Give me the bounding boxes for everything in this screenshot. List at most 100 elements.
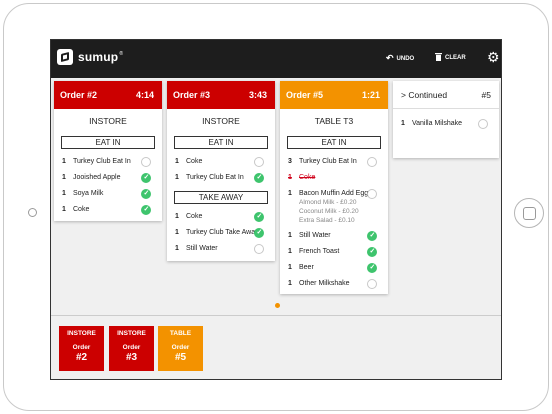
home-button[interactable]	[514, 198, 544, 228]
order-card-header: Order #5 1:21	[280, 81, 388, 109]
undo-icon: ↶	[386, 53, 394, 63]
item-name: Coke	[73, 206, 90, 213]
item-qty: 1	[288, 264, 292, 271]
item-checkbox[interactable]	[141, 157, 151, 167]
item-name: Turkey Club Take Away	[186, 229, 259, 236]
list-item[interactable]: 1 Other Milkshake	[280, 277, 388, 293]
order-tile-3[interactable]: INSTORE Order #3	[109, 326, 154, 371]
list-item[interactable]: 1 Coke	[167, 210, 275, 226]
check-icon[interactable]	[367, 231, 377, 241]
section-label: TAKE AWAY	[174, 191, 268, 204]
item-qty: 1	[62, 190, 66, 197]
item-name: Bacon Muffin Add Egg	[299, 190, 369, 197]
order-timer: 3:43	[248, 90, 267, 100]
continued-order: #5	[481, 89, 491, 100]
order-title: Order #2	[60, 90, 98, 100]
item-qty: 1	[288, 232, 292, 239]
undo-button[interactable]: ↶ UNDO	[386, 53, 414, 64]
item-qty: 1	[175, 245, 179, 252]
list-item[interactable]: 1 Still Water	[167, 242, 275, 258]
tile-number: #3	[125, 352, 138, 363]
list-item[interactable]: 1 Turkey Club Take Away	[167, 226, 275, 242]
item-checkbox[interactable]	[367, 157, 377, 167]
check-icon[interactable]	[367, 263, 377, 273]
item-qty: 1	[288, 174, 292, 181]
check-icon[interactable]	[141, 205, 151, 215]
trash-icon	[435, 53, 442, 63]
gear-icon[interactable]: ⚙	[487, 50, 500, 64]
order-timer: 4:14	[135, 90, 154, 100]
order-tiles-bar: INSTORE Order #2 INSTORE Order #3 TABLE …	[51, 315, 501, 379]
continued-card[interactable]: > Continued #5 1 Vanilla Milshake	[393, 81, 499, 158]
item-checkbox[interactable]	[254, 244, 264, 254]
order-timer: 1:21	[361, 90, 380, 100]
check-icon[interactable]	[367, 247, 377, 257]
undo-label: UNDO	[396, 55, 415, 62]
tile-number: #5	[174, 352, 187, 363]
list-item[interactable]: 1 Coke	[280, 171, 388, 187]
brand-name: sumup	[78, 50, 119, 64]
order-location: INSTORE	[202, 116, 240, 126]
list-item[interactable]: 1 Still Water	[280, 229, 388, 245]
tile-number: #2	[75, 352, 88, 363]
camera-icon	[28, 208, 37, 217]
continued-label: > Continued	[401, 89, 448, 100]
list-item[interactable]: 1 Coke	[54, 203, 162, 219]
item-checkbox[interactable]	[367, 189, 377, 199]
list-item[interactable]: 1 Turkey Club Eat In	[167, 171, 275, 187]
list-item[interactable]: 1 Jooished Apple	[54, 171, 162, 187]
continued-header: > Continued #5	[393, 81, 499, 109]
page-indicator-dot	[275, 303, 280, 308]
item-checkbox[interactable]	[254, 157, 264, 167]
item-qty: 1	[288, 190, 292, 197]
item-modifier: Coconut Milk - £0.20	[299, 208, 359, 215]
item-qty: 1	[175, 158, 179, 165]
list-item[interactable]: 1 Vanilla Milshake	[393, 117, 499, 133]
item-name: Still Water	[299, 232, 331, 239]
tile-label: Order	[122, 344, 141, 351]
item-qty: 1	[62, 174, 66, 181]
order-location: TABLE T3	[314, 116, 354, 126]
item-qty: 1	[175, 213, 179, 220]
list-item[interactable]: 1 Soya Milk	[54, 187, 162, 203]
order-tile-5[interactable]: TABLE Order #5	[158, 326, 203, 371]
item-qty: 1	[401, 120, 405, 127]
check-icon[interactable]	[254, 228, 264, 238]
check-icon[interactable]	[141, 189, 151, 199]
item-qty: 1	[62, 206, 66, 213]
sumup-logo-icon	[57, 49, 73, 65]
app-screen: sumup ® ↶ UNDO CLEAR ⚙ Order #2 4:14 INS…	[50, 39, 502, 380]
clear-button[interactable]: CLEAR	[435, 53, 466, 63]
order-tile-2[interactable]: INSTORE Order #2	[59, 326, 104, 371]
list-item[interactable]: 1 Bacon Muffin Add Egg Almond Milk - £0.…	[280, 187, 388, 229]
order-card-2[interactable]: Order #2 4:14 INSTORE EAT IN 1 Turkey Clu…	[54, 81, 162, 221]
check-icon[interactable]	[254, 173, 264, 183]
item-name: Vanilla Milshake	[412, 120, 463, 127]
check-icon[interactable]	[141, 173, 151, 183]
list-item[interactable]: 1 Coke	[167, 155, 275, 171]
item-checkbox[interactable]	[478, 119, 488, 129]
order-card-5[interactable]: Order #5 1:21 TABLE T3 EAT IN 3 Turkey Cl…	[280, 81, 388, 294]
item-name: Coke	[186, 158, 203, 165]
item-name: French Toast	[299, 248, 340, 255]
item-name: Turkey Club Eat In	[299, 158, 357, 165]
item-qty: 1	[175, 229, 179, 236]
item-modifier: Almond Milk - £0.20	[299, 199, 357, 206]
order-location: INSTORE	[89, 116, 127, 126]
list-item[interactable]: 1 Turkey Club Eat In	[54, 155, 162, 171]
order-card-header: Order #3 3:43	[167, 81, 275, 109]
item-name-voided: Coke	[299, 174, 316, 181]
check-icon[interactable]	[254, 212, 264, 222]
list-item[interactable]: 3 Turkey Club Eat In	[280, 155, 388, 171]
order-card-3[interactable]: Order #3 3:43 INSTORE EAT IN 1 Coke 1 Turk…	[167, 81, 275, 261]
list-item[interactable]: 1 Beer	[280, 261, 388, 277]
item-name: Still Water	[186, 245, 218, 252]
list-item[interactable]: 1 French Toast	[280, 245, 388, 261]
brand-registered: ®	[119, 51, 124, 57]
top-bar: sumup ® ↶ UNDO CLEAR ⚙	[51, 40, 501, 78]
item-qty: 1	[62, 158, 66, 165]
brand-logo: sumup ®	[57, 49, 123, 65]
tile-label: Order	[171, 344, 190, 351]
item-name: Turkey Club Eat In	[186, 174, 244, 181]
item-checkbox[interactable]	[367, 279, 377, 289]
